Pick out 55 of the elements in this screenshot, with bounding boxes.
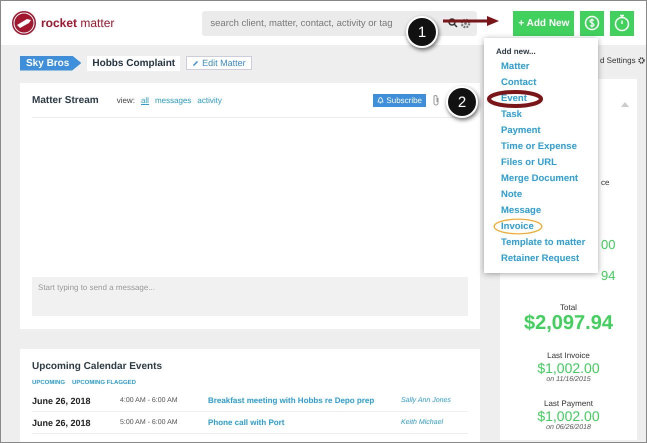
edit-matter-button[interactable]: Edit Matter [186, 56, 252, 70]
menu-item[interactable]: Message [484, 203, 598, 219]
pencil-icon [192, 60, 200, 66]
menu-item[interactable]: Contact [484, 75, 598, 91]
panel-amount: 94 [601, 268, 616, 283]
search-field[interactable]: search client, matter, contact, activity or tag [210, 18, 396, 28]
view-filter-link[interactable]: activity [197, 96, 222, 104]
panel-amount: 00 [601, 237, 616, 252]
bell-icon [377, 96, 384, 104]
view-label: view: [116, 96, 135, 104]
event-date: June 26, 2018 [32, 396, 92, 406]
menu-item[interactable]: Retainer Request [484, 251, 598, 267]
stopwatch-icon [614, 14, 630, 32]
menu-item[interactable]: Files or URL [484, 155, 598, 171]
total-amount: $2,097.94 [524, 312, 613, 335]
last-payment-amount: $1,002.00 [537, 408, 600, 424]
last-invoice-label: Last Invoice [547, 351, 590, 360]
last-invoice-amount: $1,002.00 [537, 360, 600, 376]
matter-name: Hobbs Complaint [87, 56, 180, 70]
paperclip-icon[interactable] [432, 94, 440, 106]
menu-item[interactable]: Time or Expense [484, 139, 598, 155]
panel-label: ce [601, 178, 610, 187]
menu-item[interactable]: Event [484, 91, 598, 107]
annotation-arrow [441, 15, 501, 27]
menu-item[interactable]: Note [484, 187, 598, 203]
client-tag[interactable]: Sky Bros [20, 56, 82, 70]
subscribe-button[interactable]: Subscribe [373, 94, 426, 106]
logo-text: rocket matter [41, 16, 114, 30]
menu-item[interactable]: Template to matter [484, 235, 598, 251]
menu-item[interactable]: Matter [484, 59, 598, 75]
last-payment-label: Last Payment [544, 399, 593, 408]
event-title-link[interactable]: Phone call with Port [208, 418, 284, 427]
search-icon [448, 18, 458, 28]
dollar-icon [584, 15, 600, 31]
menu-item[interactable]: Invoice [484, 219, 598, 235]
event-date: June 26, 2018 [32, 418, 92, 428]
card-title: Upcoming Calendar Events [32, 361, 164, 372]
settings-icon[interactable] [460, 18, 472, 28]
add-new-button[interactable]: + Add New [513, 10, 574, 36]
message-field[interactable]: Start typing to send a message... [32, 277, 468, 316]
rocket-logo-icon [11, 10, 37, 36]
total-label: Total [560, 303, 577, 312]
timer-button[interactable] [610, 10, 634, 36]
menu-item[interactable]: Payment [484, 123, 598, 139]
billing-button[interactable] [580, 10, 604, 36]
settings-link[interactable]: d Settings [600, 56, 636, 64]
menu-item[interactable]: Task [484, 107, 598, 123]
view-filter-link[interactable]: messages [154, 96, 192, 104]
view-filter-link[interactable]: all [140, 96, 149, 104]
collapse-caret-icon[interactable] [621, 102, 629, 107]
event-title-link[interactable]: Breakfast meeting with Hobbs re Depo prep [208, 396, 374, 405]
menu-title: Add new... [496, 47, 537, 56]
card-title: Matter Stream [32, 94, 99, 106]
menu-item[interactable]: Merge Document [484, 171, 598, 187]
gear-icon[interactable] [638, 56, 645, 64]
